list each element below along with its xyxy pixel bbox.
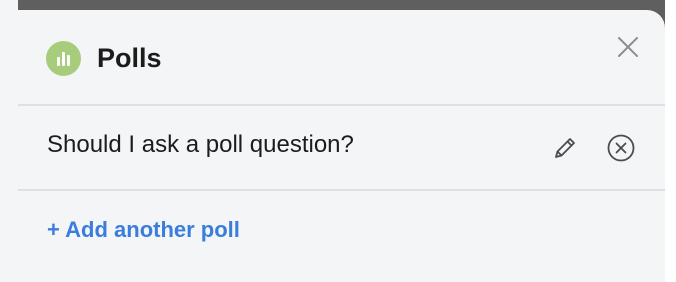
poll-bar-chart-icon <box>46 41 81 76</box>
question-divider <box>18 189 665 191</box>
circle-x-icon <box>607 134 635 162</box>
close-icon <box>618 37 638 57</box>
left-backdrop <box>0 0 18 282</box>
window-backdrop <box>0 0 676 10</box>
remove-poll-button[interactable] <box>606 133 636 163</box>
poll-question-row: Should I ask a poll question? <box>18 106 665 189</box>
panel-header: Polls <box>18 10 665 104</box>
close-button[interactable] <box>614 33 642 61</box>
right-edge <box>665 0 676 282</box>
add-another-poll-link[interactable]: + Add another poll <box>47 214 240 246</box>
panel-title: Polls <box>97 43 162 73</box>
pencil-icon <box>555 138 575 158</box>
poll-question-text: Should I ask a poll question? <box>47 131 354 158</box>
edit-poll-button[interactable] <box>550 133 580 163</box>
polls-panel: Polls Should I ask a poll question? + Ad… <box>18 10 665 282</box>
